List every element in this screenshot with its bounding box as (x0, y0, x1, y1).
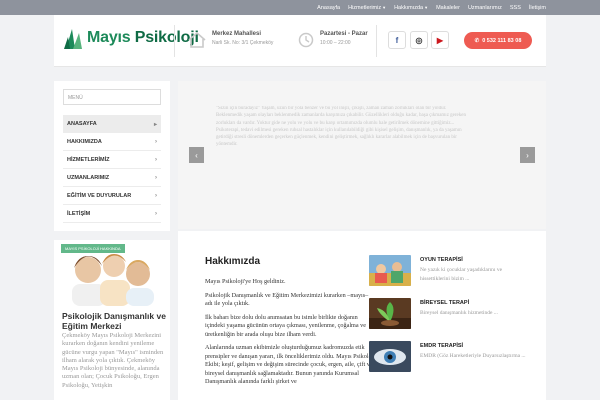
sidebar-item[interactable]: İLETİŞİM › (63, 205, 161, 223)
top-nav-label: SSS (509, 4, 521, 11)
about-card-title: Psikolojik Danışmanlık ve Eğitim Merkezi (62, 311, 166, 331)
facebook-icon[interactable]: f (388, 31, 406, 49)
sidebar-item-label: EĞİTİM VE DUYURULAR (67, 192, 132, 199)
service-title: OYUN TERAPİSİ (420, 257, 463, 263)
about-paragraph: İlk baharı bize dolu dolu anımsatan bu i… (205, 313, 366, 338)
menu-list: ANASAYFA ▸ HAKKIMIZDA › HİZMETLERİMİZ › UZMANL… (63, 115, 161, 223)
service-title: BİREYSEL TERAPİ (420, 300, 470, 306)
sidebar-item[interactable]: HAKKIMIZDA › (63, 133, 161, 151)
header-divider (174, 25, 175, 57)
address-title: Merkez Mahallesi (212, 31, 262, 37)
service-title: EMDR TERAPİSİ (420, 343, 464, 349)
chevron-down-icon: ▼ (382, 4, 387, 10)
chevron-right-icon: › (155, 156, 157, 163)
address-block: Merkez Mahallesi Narli Sk. No: 3/1 Çekme… (212, 31, 273, 46)
phone-number: 0 532 111 83 08 (482, 37, 522, 44)
individual-therapy-image (369, 298, 411, 329)
about-tag: MAYIS PSİKOLOJİ HAKKINDA (61, 244, 125, 253)
chevron-down-icon: ▼ (424, 4, 429, 10)
emdr-therapy-image (369, 341, 411, 372)
header-divider (376, 25, 377, 57)
clock-icon (298, 32, 314, 48)
logo-leaves-icon (64, 29, 82, 49)
chevron-right-icon: › (155, 210, 157, 217)
address-subtitle: Narli Sk. No: 3/1 Çekmeköy (212, 40, 274, 46)
sidebar-item[interactable]: HİZMETLERİMİZ › (63, 151, 161, 169)
top-nav-link[interactable]: İletişim (529, 5, 546, 11)
top-nav-link[interactable]: Uzmanlarımız (468, 5, 502, 11)
top-navbar: Anasayfa Hizmetlerimiz▼ Hakkımızda▼ Makalel… (0, 0, 600, 15)
chevron-right-icon: › (155, 138, 157, 145)
main-content: Hakkımızda Mayıs Psikoloji'ye Hoş geldin… (178, 231, 546, 400)
top-nav-label: Hizmetlerimiz (348, 4, 382, 11)
sidebar-item-label: HİZMETLERİMİZ (67, 156, 110, 163)
about-paragraph: Alanlarında uzman ekibimizle oluşturduğu… (205, 344, 376, 385)
sidebar-item-label: HAKKIMIZDA (67, 138, 102, 145)
top-nav-link[interactable]: Makaleler (436, 5, 460, 11)
chevron-right-icon: › (155, 192, 157, 199)
play-therapy-image (369, 255, 411, 286)
top-nav-link[interactable]: SSS (510, 5, 521, 11)
about-title: Hakkımızda (205, 256, 261, 267)
site-header: Mayıs Psikoloji Merkez Mahallesi Narli S… (54, 15, 546, 67)
top-nav-link[interactable]: Hizmetlerimiz▼ (348, 5, 386, 11)
slider-prev-button[interactable]: ‹ (189, 147, 204, 163)
sidebar-item-label: ANASAYFA (67, 121, 97, 127)
service-text: EMDR (Göz Hareketleriyle Duyarsızlaştırm… (420, 353, 526, 359)
sidebar-item-label: UZMANLARIMIZ (67, 174, 110, 181)
top-nav-label: Uzmanlarımız (467, 4, 502, 11)
sidebar-item-label: İLETİŞİM (67, 210, 91, 217)
instagram-icon[interactable]: ◎ (410, 31, 428, 49)
top-nav-label: Hakkımızda (394, 4, 424, 11)
sidebar-item[interactable]: EĞİTİM VE DUYURULAR › (63, 187, 161, 205)
site-logo[interactable]: Mayıs Psikoloji (64, 27, 199, 49)
sidebar-menu: MENÜ ANASAYFA ▸ HAKKIMIZDA › HİZMETLERİMİZ › U… (54, 81, 170, 231)
about-card-text: Çekmeköy Mayıs Psikoloji Merkezini kurar… (62, 332, 164, 389)
slider-text: "Sizin için buradayız" Yaşam, uzun bir y… (216, 106, 466, 148)
about-paragraph: Mayıs Psikoloji'ye Hoş geldiniz. (205, 278, 286, 285)
chevron-right-icon: ▸ (153, 121, 157, 128)
top-nav-label: Anasayfa (317, 4, 341, 11)
top-nav-label: Makaleler (436, 4, 460, 11)
menu-search-input[interactable]: MENÜ (63, 89, 161, 105)
schedule-block: Pazartesi - Pazar 10:00 – 22:00 (320, 31, 368, 46)
about-paragraph: Psikolojik Danışmanlık ve Eğitim Merkezi… (205, 291, 369, 308)
top-nav-link[interactable]: Anasayfa (317, 5, 340, 11)
chevron-right-icon: › (155, 174, 157, 181)
logo-name-part1: Mayıs (87, 29, 131, 46)
schedule-hours: 10:00 – 22:00 (320, 40, 351, 46)
top-nav-label: İletişim (528, 4, 546, 11)
sidebar-item[interactable]: ANASAYFA ▸ (63, 115, 161, 133)
phone-button[interactable]: ✆ 0 532 111 83 08 (464, 32, 532, 49)
service-text: Bireysel danışmanlık hizmetinde ... (420, 310, 498, 316)
service-text: Ne yazık ki çocuklar yaşadıklarını ve hi… (420, 267, 503, 282)
home-icon (188, 32, 206, 48)
hero-slider: "Sizin için buradayız" Yaşam, uzun bir y… (178, 81, 546, 229)
about-card: MAYIS PSİKOLOJİ HAKKINDA Psikolojik Danı… (54, 240, 170, 400)
top-nav-link[interactable]: Hakkımızda▼ (394, 5, 428, 11)
slider-next-button[interactable]: › (520, 147, 535, 163)
phone-icon: ✆ (474, 37, 480, 44)
schedule-title: Pazartesi - Pazar (320, 31, 368, 37)
youtube-icon[interactable]: ▶ (431, 31, 449, 49)
about-body: Mayıs Psikoloji'ye Hoş geldiniz. Psikoloj… (205, 278, 377, 392)
sidebar-item[interactable]: UZMANLARIMIZ › (63, 169, 161, 187)
